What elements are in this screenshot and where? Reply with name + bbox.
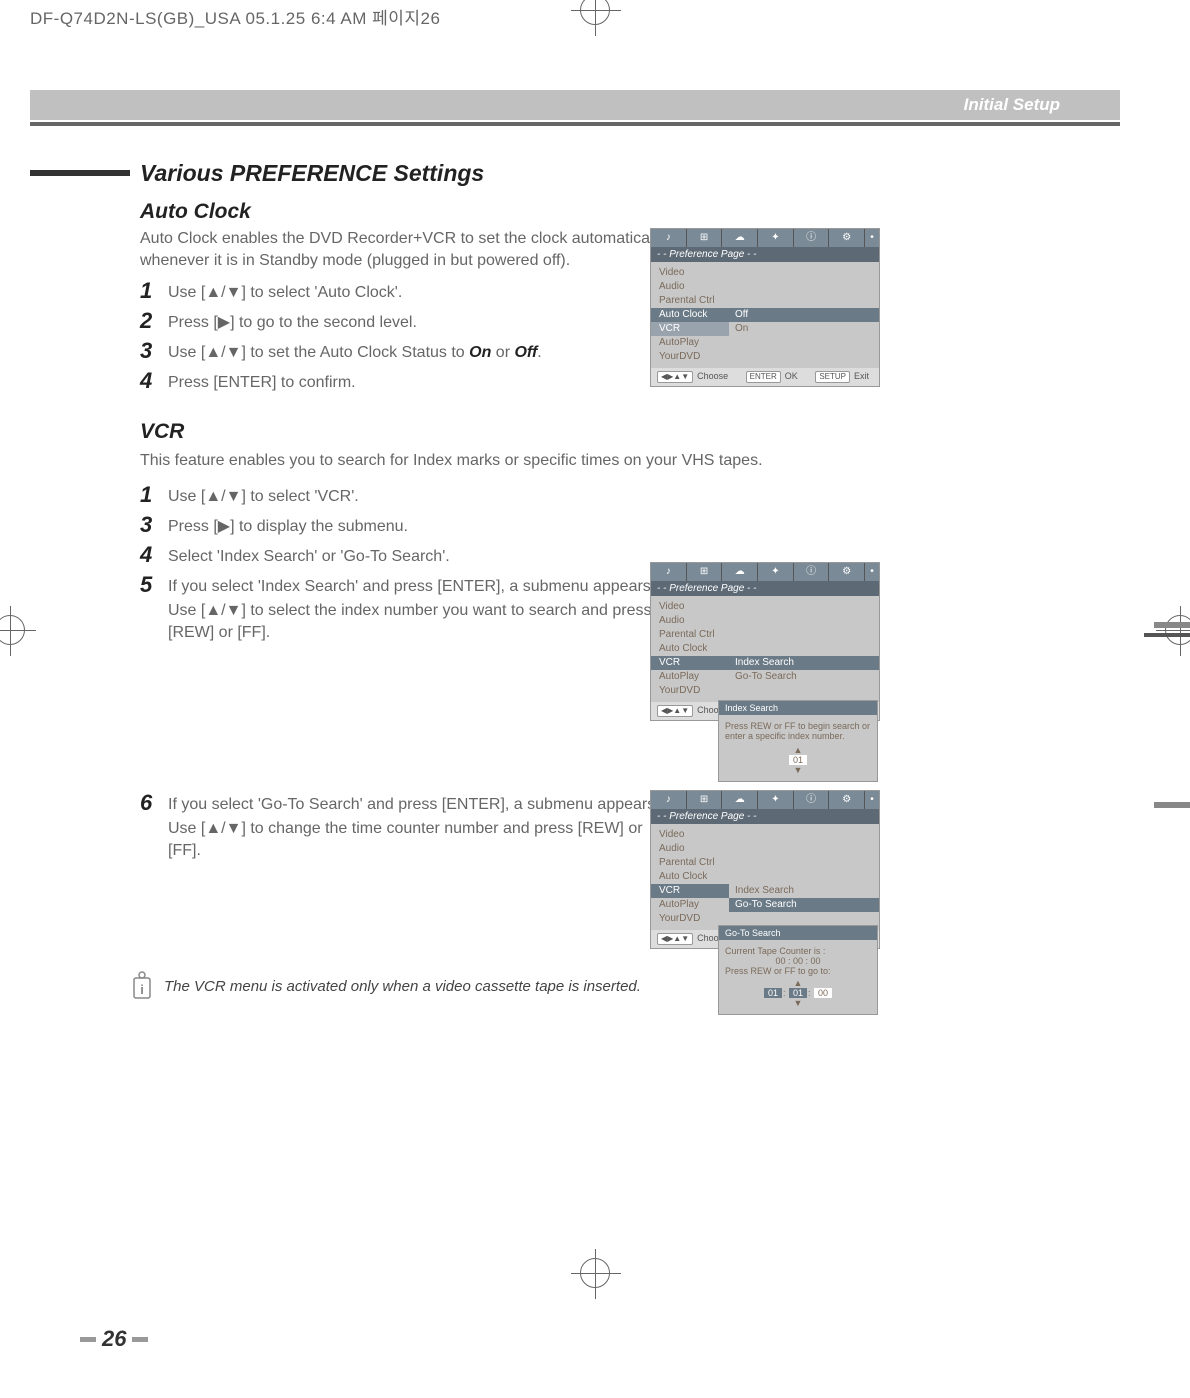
svg-text:i: i <box>140 982 144 997</box>
step-number: 4 <box>140 368 152 394</box>
section-lead-bar <box>30 170 130 176</box>
osd-tab-icon: ☁ <box>722 229 758 247</box>
step-text: Select 'Index Search' or 'Go-To Search'. <box>168 546 668 568</box>
vcr-intro: This feature enables you to search for I… <box>140 450 840 472</box>
osd-tab-icon: ♪ <box>651 791 687 809</box>
osd-banner: - - Preference Page - - <box>651 247 879 262</box>
page-number: 26 <box>80 1325 148 1352</box>
osd-tab-icon: ✦ <box>758 229 794 247</box>
osd-tab-icon: ☁ <box>722 791 758 809</box>
osd-banner: - - Preference Page - - <box>651 581 879 596</box>
step-text: If you select 'Index Search' and press [… <box>168 576 668 598</box>
step-number: 1 <box>140 278 152 304</box>
osd-tab-icon: ✦ <box>758 563 794 581</box>
osd-tab-icon: ⊞ <box>687 229 723 247</box>
step-text: Use [▲/▼] to change the time counter num… <box>168 818 668 861</box>
osd-screenshot-autoclock: ♪ ⊞ ☁ ✦ ⓘ ⚙ • - - Preference Page - - Vi… <box>650 228 880 387</box>
osd-tab-icon: ⓘ <box>794 563 830 581</box>
decorative-edge-bar <box>1144 633 1190 637</box>
osd-tab-icon: ⚙ <box>829 229 865 247</box>
osd-tab-icon: ☁ <box>722 563 758 581</box>
step-number: 5 <box>140 572 152 598</box>
step-number: 6 <box>140 790 152 816</box>
osd-footer: ◀▶▲▼Choose ENTEROK SETUPExit <box>651 368 879 386</box>
step-text: Use [▲/▼] to select 'Auto Clock'. <box>168 282 668 304</box>
osd-tab-icon: ⊞ <box>687 563 723 581</box>
osd-tab-icon: ⓘ <box>794 229 830 247</box>
osd-tab-icon: • <box>865 229 879 247</box>
info-note: The VCR menu is activated only when a vi… <box>164 978 641 995</box>
step-number: 1 <box>140 482 152 508</box>
step-text: Use [▲/▼] to select 'VCR'. <box>168 486 668 508</box>
step-text: Use [▲/▼] to select the index number you… <box>168 600 668 643</box>
step-number: 4 <box>140 542 152 568</box>
osd-tab-icon: ⚙ <box>829 563 865 581</box>
section-title: Various PREFERENCE Settings <box>140 160 484 187</box>
step-text: Press [▶] to display the submenu. <box>168 516 668 538</box>
step-text: Use [▲/▼] to set the Auto Clock Status t… <box>168 342 668 364</box>
osd-tab-icon: ♪ <box>651 563 687 581</box>
decorative-edge-bar <box>1154 622 1190 628</box>
osd-banner: - - Preference Page - - <box>651 809 879 824</box>
vcr-heading: VCR <box>140 420 184 444</box>
print-header-strip: DF-Q74D2N-LS(GB)_USA 05.1.25 6:4 AM 페이지2… <box>30 4 1120 29</box>
step-text: Press [▶] to go to the second level. <box>168 312 668 334</box>
registration-mark-left <box>0 615 25 645</box>
step-text: If you select 'Go-To Search' and press [… <box>168 794 668 816</box>
info-icon: i <box>130 970 154 1000</box>
registration-mark-bottom <box>580 1258 610 1288</box>
osd-tab-icon: • <box>865 563 879 581</box>
osd-tab-icon: ⓘ <box>794 791 830 809</box>
section-header-bar: Initial Setup <box>30 90 1120 120</box>
section-header-label: Initial Setup <box>964 95 1060 114</box>
step-number: 3 <box>140 338 152 364</box>
registration-mark-right <box>1165 615 1190 645</box>
osd-screenshot-index: ♪ ⊞ ☁ ✦ ⓘ ⚙ • - - Preference Page - - Vi… <box>650 562 880 721</box>
osd-tab-icon: • <box>865 791 879 809</box>
osd-tab-icon: ⚙ <box>829 791 865 809</box>
autoclock-intro: Auto Clock enables the DVD Recorder+VCR … <box>140 228 700 271</box>
step-number: 3 <box>140 512 152 538</box>
osd-tab-icon: ✦ <box>758 791 794 809</box>
autoclock-heading: Auto Clock <box>140 200 251 224</box>
step-number: 2 <box>140 308 152 334</box>
popup-index-search: Index Search Press REW or FF to begin se… <box>718 700 878 782</box>
decorative-edge-bar <box>1154 802 1190 808</box>
osd-tab-icon: ⊞ <box>687 791 723 809</box>
step-text: Press [ENTER] to confirm. <box>168 372 668 394</box>
osd-tab-icon: ♪ <box>651 229 687 247</box>
popup-goto-search: Go-To Search Current Tape Counter is : 0… <box>718 925 878 1015</box>
